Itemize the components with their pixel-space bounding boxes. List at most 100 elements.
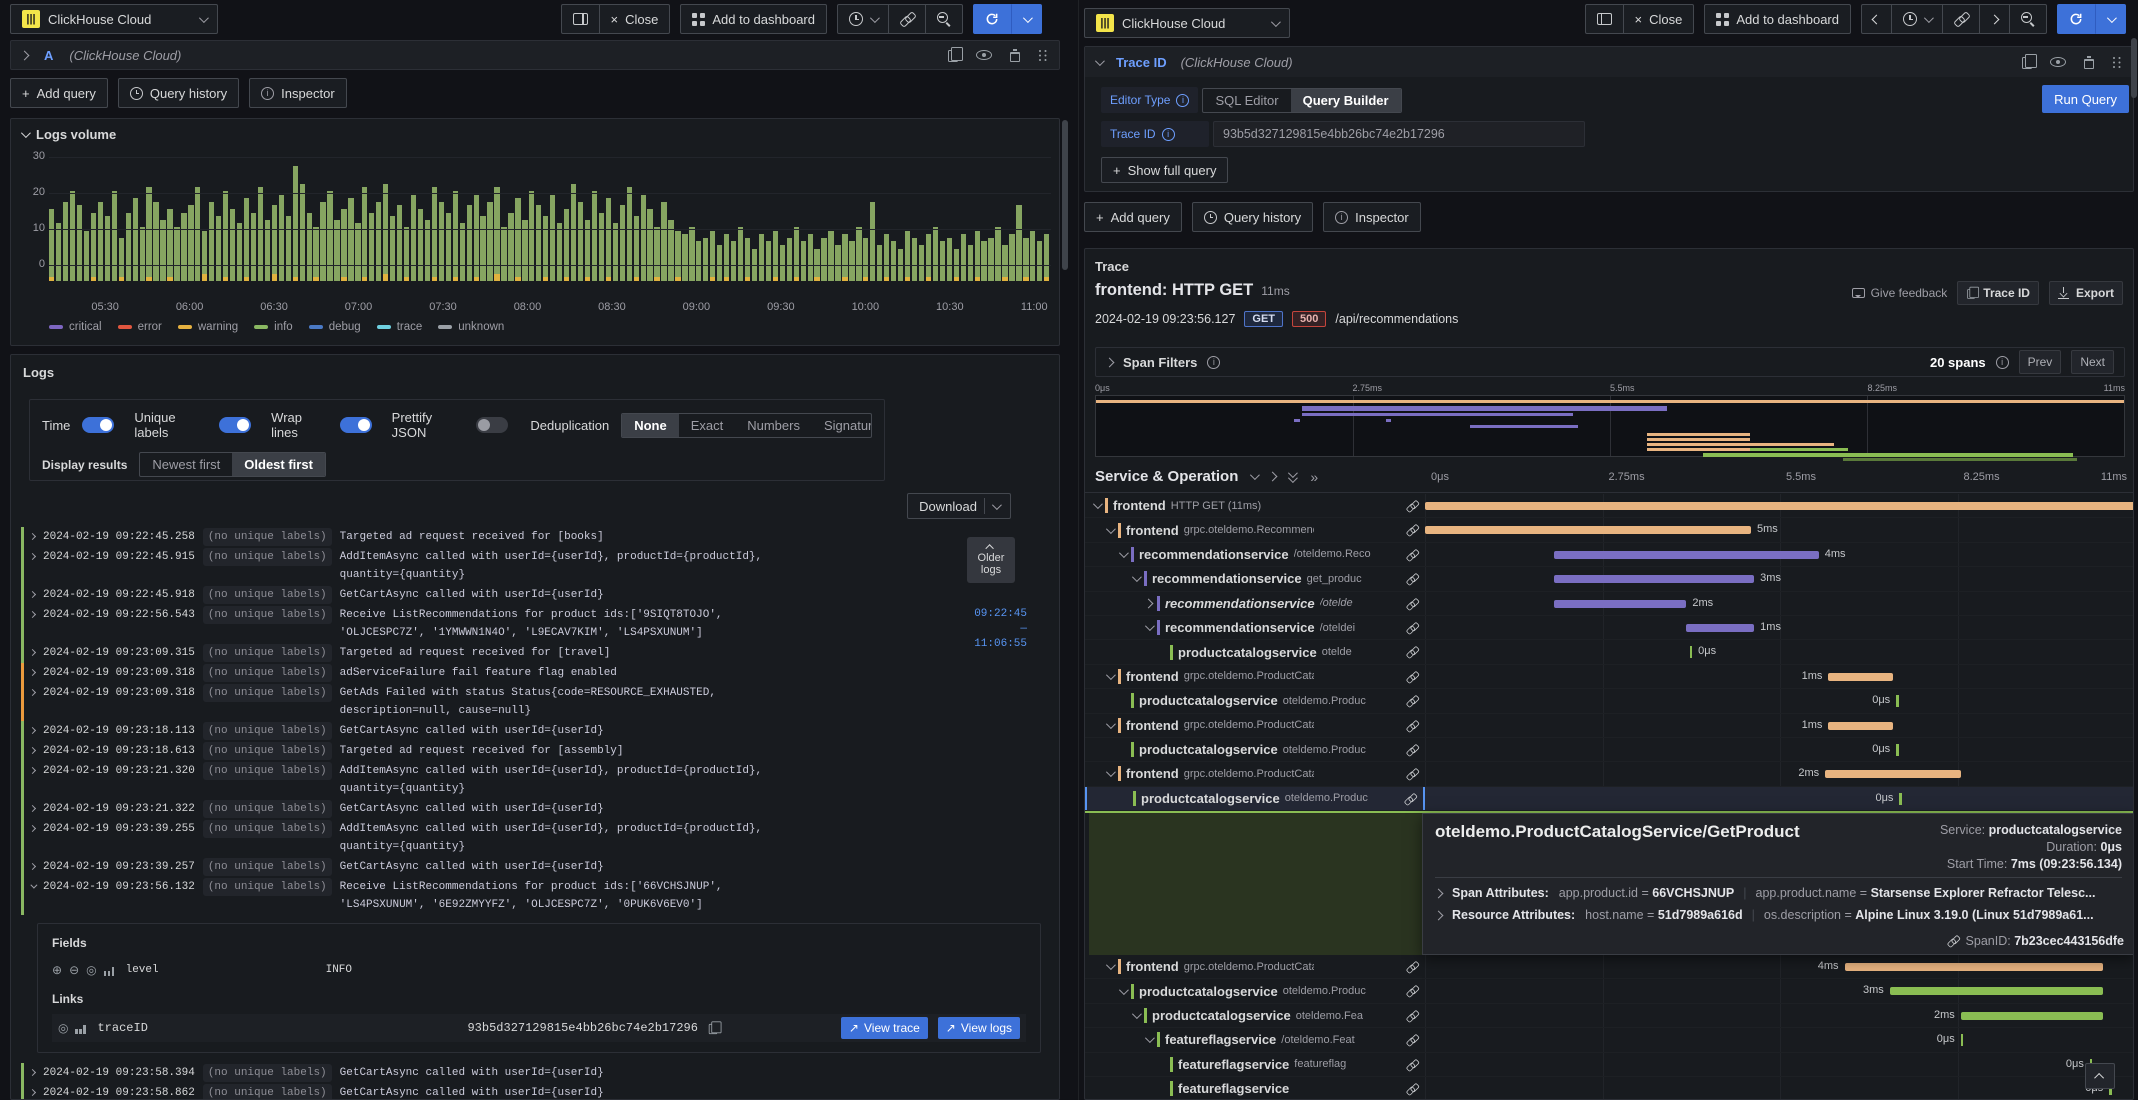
expand-all-icon[interactable]: »	[1310, 469, 1318, 485]
span-duration-bar[interactable]	[1828, 672, 1893, 681]
run-query-button[interactable]: Run Query	[2042, 85, 2129, 113]
log-row[interactable]: 2024-02-19 09:22:45.258 (no unique labels…	[21, 527, 1021, 547]
log-row[interactable]: 2024-02-19 09:23:09.318 (no unique labels…	[21, 683, 1021, 721]
span-row[interactable]: productcatalogservice otelde 0μs	[1085, 640, 2133, 665]
close-split-button[interactable]: × Close	[599, 4, 671, 34]
span-name-cell[interactable]: frontend grpc.oteldemo.ProductCatalogServ…	[1085, 665, 1425, 688]
unique-labels-toggle[interactable]	[219, 417, 252, 433]
older-logs-button[interactable]: Older logs	[967, 537, 1015, 583]
span-duration-bar[interactable]	[1425, 526, 1751, 535]
dedup-option-signature[interactable]: Signature	[812, 414, 871, 437]
span-link-icon[interactable]	[1406, 986, 1417, 997]
deduplication-options[interactable]: NoneExactNumbersSignature	[621, 412, 872, 438]
log-row[interactable]: 2024-02-19 09:23:18.613 (no unique labels…	[21, 741, 1021, 761]
log-row[interactable]: 2024-02-19 09:22:45.918 (no unique labels…	[21, 585, 1021, 605]
left-scrollbar[interactable]	[1062, 120, 1068, 270]
resource-attributes-expand-icon[interactable]	[1433, 910, 1444, 921]
span-duration-bar[interactable]	[1686, 623, 1755, 632]
span-row[interactable]: productcatalogservice oteldemo.Produc 0μs	[1085, 689, 2133, 714]
legend-item[interactable]: debug	[308, 321, 361, 333]
wrap-lines-toggle[interactable]	[339, 417, 372, 433]
span-name-cell[interactable]: frontend grpc.oteldemo.ProductCatalogServ…	[1085, 714, 1425, 737]
log-expand-icon[interactable]	[28, 668, 37, 677]
span-attributes-expand-icon[interactable]	[1433, 888, 1444, 899]
span-duration-bar[interactable]	[1425, 502, 2133, 510]
span-row[interactable]: frontend grpc.oteldemo.ProductCatalogServ…	[1085, 714, 2133, 738]
log-expand-icon[interactable]	[28, 1068, 37, 1077]
run-refresh-button[interactable]	[2057, 4, 2095, 34]
log-expand-icon[interactable]	[30, 881, 38, 889]
span-row[interactable]: frontend HTTP GET (11ms)	[1085, 494, 2133, 519]
span-expand-icon[interactable]	[1105, 523, 1116, 534]
span-filters-label[interactable]: Span Filters	[1123, 355, 1197, 370]
view-trace-button[interactable]: ↗ View trace	[840, 1017, 928, 1039]
span-link-icon[interactable]	[1406, 647, 1417, 658]
span-expand-icon[interactable]	[1092, 499, 1103, 510]
span-link-icon[interactable]	[1406, 1010, 1417, 1021]
stats-icon[interactable]	[103, 965, 116, 976]
query-collapse-icon[interactable]	[1094, 55, 1105, 66]
copy-trace-id-button[interactable]: Trace ID	[1957, 281, 2039, 305]
span-name-cell[interactable]: recommendationservice/otelde	[1085, 592, 1425, 615]
span-expand-icon[interactable]	[1143, 598, 1154, 609]
download-button[interactable]: Download	[907, 493, 1011, 519]
expand-one-icon[interactable]	[1267, 471, 1278, 482]
datasource-picker[interactable]: ||| ClickHouse Cloud	[10, 4, 218, 34]
logs-volume-chart[interactable]	[49, 163, 1051, 297]
copy-icon[interactable]	[708, 1021, 722, 1035]
span-row[interactable]: frontend grpc.oteldemo.ProductCatalogServ…	[1085, 955, 2133, 980]
log-row[interactable]: 2024-02-19 09:22:56.543 (no unique labels…	[21, 605, 1021, 643]
query-history-button[interactable]: Query history	[1191, 202, 1314, 232]
span-name-cell[interactable]: productcatalogservice oteldemo.Fea	[1085, 1004, 1425, 1027]
span-expand-icon[interactable]	[1131, 572, 1142, 583]
visualise-icon[interactable]: ◎	[86, 963, 96, 977]
span-link-icon[interactable]	[1406, 961, 1417, 972]
span-link-icon[interactable]	[1406, 769, 1417, 780]
span-name-cell[interactable]: productcatalogservice oteldemo.Produc	[1085, 689, 1425, 712]
drag-handle-icon[interactable]	[2112, 55, 2123, 69]
span-expand-icon[interactable]	[1144, 1033, 1155, 1044]
filter-out-icon[interactable]: ⊖	[69, 963, 79, 977]
span-link-icon[interactable]	[1406, 744, 1417, 755]
duplicate-query-icon[interactable]	[948, 46, 963, 62]
run-refresh-button[interactable]	[973, 4, 1011, 34]
span-expand-icon[interactable]	[1105, 670, 1116, 680]
span-row[interactable]: productcatalogservice oteldemo.Fea 2ms	[1085, 1004, 2133, 1029]
log-row[interactable]: 2024-02-19 09:22:45.915 (no unique labels…	[21, 547, 1021, 585]
collapse-one-icon[interactable]	[1250, 470, 1261, 481]
collapse-all-icon[interactable]	[1288, 467, 1299, 483]
span-link-icon[interactable]	[1406, 574, 1417, 585]
span-link-icon[interactable]	[1406, 622, 1417, 633]
log-row[interactable]: 2024-02-19 09:23:21.320 (no unique labels…	[21, 761, 1021, 799]
span-name-cell[interactable]: productcatalogservice oteldemo.Produc	[1085, 979, 1425, 1002]
copy-time-link-button[interactable]	[889, 4, 926, 34]
time-shift-forward-button[interactable]	[1980, 4, 2010, 34]
span-link-icon[interactable]	[1406, 598, 1417, 609]
visualise-icon[interactable]: ◎	[58, 1021, 68, 1035]
span-link-icon[interactable]	[1406, 720, 1417, 731]
span-name-cell[interactable]: frontend grpc.oteldemo.ProductCatalogServ…	[1085, 762, 1425, 785]
span-name-cell[interactable]: recommendationservice/oteldemo.Reco	[1085, 543, 1425, 566]
span-expand-icon[interactable]	[1105, 767, 1116, 778]
span-row[interactable]: recommendationservice/oteldemo.Reco 4ms	[1085, 543, 2133, 568]
span-link-icon[interactable]	[1404, 793, 1415, 804]
time-picker-button[interactable]	[1892, 4, 1943, 34]
give-feedback-link[interactable]: Give feedback	[1851, 286, 1947, 300]
delete-query-icon[interactable]	[1010, 48, 1020, 62]
span-name-cell[interactable]: productcatalogservice otelde	[1085, 640, 1425, 663]
drag-handle-icon[interactable]	[1038, 48, 1049, 62]
order-option-oldest-first[interactable]: Oldest first	[232, 453, 325, 476]
legend-item[interactable]: info	[254, 321, 293, 333]
log-row[interactable]: 2024-02-19 09:23:39.257 (no unique labels…	[21, 857, 1021, 877]
span-link-icon[interactable]	[1406, 671, 1417, 682]
view-logs-button[interactable]: ↗ View logs	[937, 1017, 1020, 1039]
span-filters-expand-icon[interactable]	[1104, 357, 1115, 367]
span-duration-bar[interactable]	[1889, 987, 2103, 996]
span-link-icon[interactable]	[1406, 1083, 1417, 1094]
span-duration-tick[interactable]	[1896, 695, 1899, 708]
prettify-json-toggle[interactable]	[476, 417, 509, 433]
span-link-icon[interactable]	[1406, 1035, 1417, 1046]
span-duration-bar[interactable]	[1828, 721, 1893, 730]
span-name-cell[interactable]: frontend grpc.oteldemo.ProductCatalogServ…	[1085, 955, 1425, 978]
duplicate-query-icon[interactable]	[2022, 53, 2037, 69]
